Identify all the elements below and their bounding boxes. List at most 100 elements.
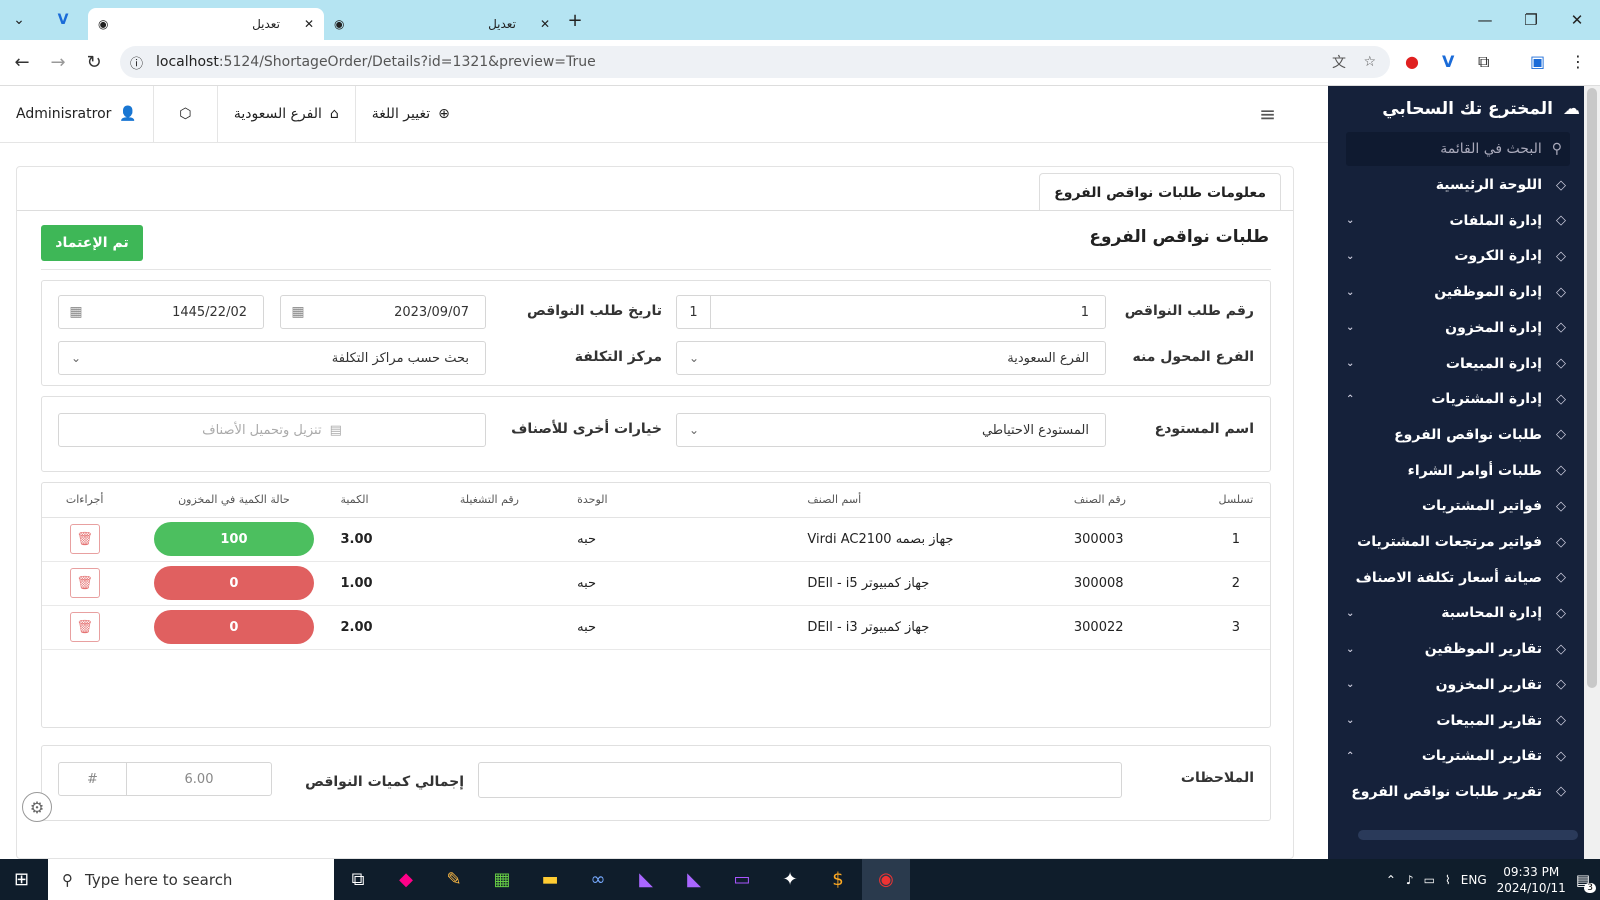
close-tab-icon[interactable]: ✕	[304, 17, 314, 31]
calendar-icon[interactable]: ▦	[59, 295, 93, 329]
tab-search-chevron-icon[interactable]: ⌄	[4, 5, 34, 35]
qty-cell: 3.00	[340, 517, 460, 562]
language-switch[interactable]: تغيير اللغة ⊕	[356, 86, 466, 143]
close-tab-icon[interactable]: ✕	[540, 17, 550, 31]
notifications-icon[interactable]: ▤ 3	[1576, 871, 1596, 893]
window-controls: — ❐ ✕	[1462, 0, 1600, 40]
sidebar-brand[interactable]: المخترع تك السحابي ☁	[1382, 94, 1580, 124]
alert-button[interactable]: ⬡	[154, 85, 218, 143]
page-scrollbar-thumb[interactable]	[1587, 88, 1597, 688]
sidebar-item[interactable]: اللوحة الرئيسية ◇	[1346, 170, 1570, 200]
sidebar-item[interactable]: ⌄ إدارة الموظفين ◇	[1346, 277, 1570, 307]
basket-icon: ◇	[1556, 463, 1566, 479]
sidebar-item-label: إدارة المخزون	[1445, 319, 1542, 336]
delete-trash-icon[interactable]: 🗑	[69, 524, 100, 554]
delete-trash-icon[interactable]: 🗑	[69, 568, 100, 598]
sidebar-search-input[interactable]: البحث في القائمة ⚲	[1346, 132, 1570, 166]
from-branch-select[interactable]: ⌄ الفرع السعودية	[676, 341, 1106, 375]
sidebar-item[interactable]: ⌄ إدارة المخزون ◇	[1346, 313, 1570, 343]
profile-ext-icon[interactable]: ▣	[1530, 52, 1545, 71]
paint-app-icon[interactable]: ✦	[766, 859, 814, 900]
items-table-panel: تسلسل رقم الصنف أسم الصنف الوحدة رقم الت…	[41, 482, 1271, 728]
visual-studio-2-icon[interactable]: ◣	[670, 859, 718, 900]
sidebar-item[interactable]: ⌄ إدارة المحاسبة ◇	[1346, 598, 1570, 628]
sidebar-item[interactable]: فواتير مرتجعات المشتريات ◇	[1346, 527, 1570, 557]
sidebar-item[interactable]: طلبات أوامر الشراء ◇	[1346, 456, 1570, 486]
task-view-icon[interactable]: ⧉	[334, 859, 382, 900]
hijri-date-field[interactable]: ▦ 1445/22/02	[58, 295, 264, 329]
taskbar-search-placeholder: Type here to search	[85, 870, 233, 889]
hijri-date-value: 1445/22/02	[172, 304, 247, 320]
browser-menu-icon[interactable]: ⋮	[1570, 52, 1586, 71]
item-no-cell: 300003	[1073, 517, 1202, 562]
language-indicator[interactable]: ENG	[1461, 873, 1487, 887]
sidebar-item[interactable]: ⌄ تقارير المبيعات ◇	[1346, 706, 1570, 736]
order-date-field[interactable]: ▦ 2023/09/07	[280, 295, 486, 329]
forward-arrow-icon[interactable]: →	[40, 52, 76, 73]
copilot-icon[interactable]: ◆	[382, 859, 430, 900]
sidebar-item[interactable]: ⌄ تقارير المخزون ◇	[1346, 670, 1570, 700]
minimize-icon[interactable]: —	[1462, 0, 1508, 40]
order-date-value: 2023/09/07	[394, 304, 469, 320]
browser-tab-active[interactable]: ◉ تعديل ✕	[88, 8, 324, 40]
download-items-field[interactable]: تنزيل وتحميل الأصناف ▤	[58, 413, 486, 447]
url-field[interactable]: ⓘ localhost:5124/ShortageOrder/Details?i…	[120, 46, 1390, 78]
settings-gear-button[interactable]: ⚙	[22, 792, 52, 822]
language-label: تغيير اللغة	[371, 106, 431, 122]
sidebar-item[interactable]: ⌄ إدارة المبيعات ◇	[1346, 349, 1570, 379]
divider	[41, 269, 1271, 270]
sidebar-item[interactable]: ⌄ تقارير الموظفين ◇	[1346, 634, 1570, 664]
bookmark-star-icon[interactable]: ☆	[1363, 54, 1376, 70]
col-item-name: أسم الصنف	[807, 483, 1074, 518]
sidebar-item[interactable]: ⌃ إدارة المشتريات ◇	[1346, 384, 1570, 414]
app-root: Adminisratror 👤 ⬡ الفرع السعودية ⌂ تغيير…	[0, 85, 1600, 859]
site-info-icon[interactable]: ⓘ	[130, 53, 143, 72]
order-number-field[interactable]: 1 1	[676, 295, 1106, 329]
notes-textarea[interactable]	[478, 762, 1122, 798]
new-tab-plus-icon[interactable]: +	[560, 5, 590, 35]
tab-info[interactable]: معلومات طلبات نواقص الفروع	[1039, 173, 1281, 211]
page-scrollbar[interactable]	[1584, 86, 1600, 859]
sidebar-item[interactable]: ⌃ تقارير المشتريات ◇	[1346, 741, 1570, 771]
sidebar-item[interactable]: طلبات نواقص الفروع ◇	[1346, 420, 1570, 450]
sidebar-item[interactable]: صيانة أسعار تكلفة الاصناف ◇	[1346, 563, 1570, 593]
v-ext-icon[interactable]: V	[1442, 52, 1454, 71]
infinity-app-icon[interactable]: ∞	[574, 859, 622, 900]
sidebar-item[interactable]: فواتير المشتريات ◇	[1346, 491, 1570, 521]
chart-app-icon[interactable]: ▦	[478, 859, 526, 900]
chrome-icon[interactable]: ◉	[862, 859, 910, 900]
tools-app-icon[interactable]: ✎	[430, 859, 478, 900]
sidebar-item[interactable]: ⌄ إدارة الكروت ◇	[1346, 241, 1570, 271]
branch-selector[interactable]: الفرع السعودية ⌂	[218, 85, 356, 143]
sidebar-horizontal-scrollbar[interactable]	[1358, 830, 1578, 840]
delete-trash-icon[interactable]: 🗑	[69, 612, 100, 642]
visual-studio-icon[interactable]: ◣	[622, 859, 670, 900]
reload-icon[interactable]: ↻	[76, 52, 112, 73]
user-menu[interactable]: Adminisratror 👤	[0, 85, 154, 143]
approved-button[interactable]: تم الإعتماد	[41, 225, 143, 261]
clock[interactable]: 09:33 PM 2024/10/11	[1497, 864, 1566, 896]
hamburger-menu-icon[interactable]: ≡	[1259, 102, 1276, 126]
restore-icon[interactable]: ❐	[1508, 0, 1554, 40]
sidebar-item[interactable]: تقرير طلبات نواقص الفروع ◇	[1346, 777, 1570, 807]
extensions-puzzle-icon[interactable]: ⧉	[1478, 52, 1489, 72]
taskbar-search[interactable]: ⚲ Type here to search	[48, 859, 334, 900]
close-window-icon[interactable]: ✕	[1554, 0, 1600, 40]
tray-chevron-icon[interactable]: ⌃	[1386, 873, 1396, 887]
dollar-app-icon[interactable]: $	[814, 859, 862, 900]
windows-start-icon[interactable]: ⊞	[14, 869, 29, 890]
cost-center-select[interactable]: ⌄ بحث حسب مراكز التكلفة	[58, 341, 486, 375]
warehouse-select[interactable]: ⌄ المستودع الاحتياطي	[676, 413, 1106, 447]
terminal-app-icon[interactable]: ▭	[718, 859, 766, 900]
battery-icon[interactable]: ▭	[1424, 873, 1435, 887]
back-arrow-icon[interactable]: ←	[4, 52, 40, 73]
volume-icon[interactable]: ♪	[1406, 873, 1414, 887]
opera-ext-icon[interactable]: ●	[1405, 52, 1419, 71]
col-seq: تسلسل	[1201, 483, 1270, 518]
network-icon[interactable]: ⌇	[1445, 873, 1451, 887]
file-explorer-icon[interactable]: ▬	[526, 859, 574, 900]
browser-tab-inactive[interactable]: ◉ تعديل ✕	[324, 8, 560, 40]
calendar-icon[interactable]: ▦	[281, 295, 315, 329]
sidebar-item[interactable]: ⌄ إدارة الملفات ◇	[1346, 206, 1570, 236]
translate-icon[interactable]: 文	[1332, 52, 1346, 72]
